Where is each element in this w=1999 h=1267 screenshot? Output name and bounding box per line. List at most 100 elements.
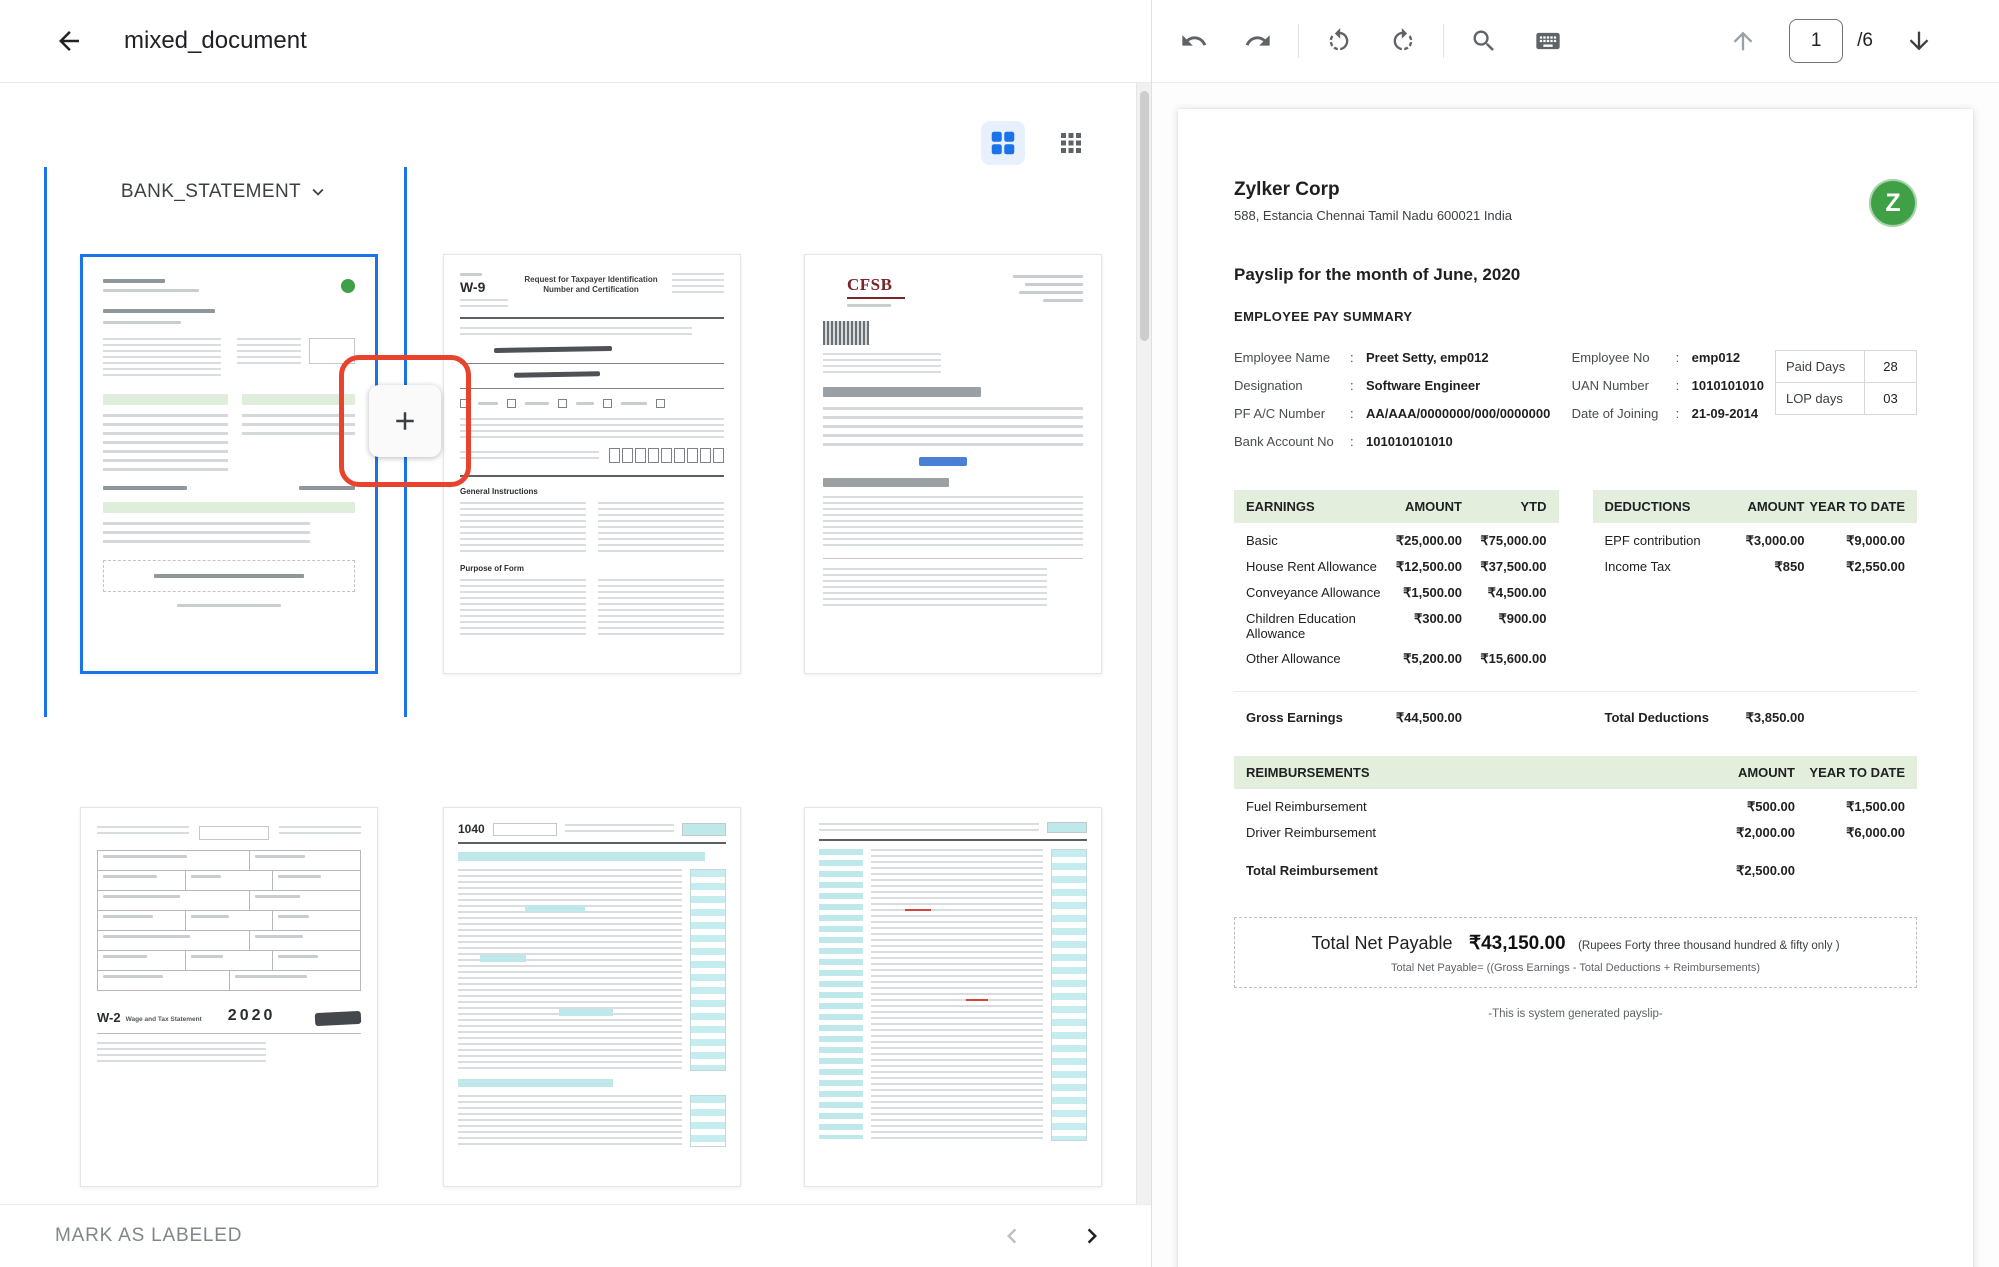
system-generated-note: -This is system generated payslip-	[1234, 1008, 1917, 1020]
document-title: mixed_document	[124, 27, 307, 55]
attendance-label: LOP days	[1776, 383, 1864, 414]
page-number-input[interactable]	[1789, 19, 1843, 63]
reimbursements-table: REIMBURSEMENTS AMOUNT YEAR TO DATE Fuel …	[1234, 756, 1917, 879]
group-label-dropdown[interactable]: BANK_STATEMENT	[46, 181, 404, 203]
earnings-row: Conveyance Allowance₹1,500.00₹4,500.00	[1234, 575, 1559, 601]
chevron-right-icon	[1077, 1221, 1107, 1251]
w9-form-title: Request for Taxpayer Identification Numb…	[518, 273, 664, 296]
field-label: UAN Number	[1572, 378, 1676, 393]
mini-amount-column	[690, 869, 726, 1071]
field-value: AA/AAA/0000000/000/0000000	[1366, 406, 1550, 421]
group-label-text: BANK_STATEMENT	[121, 181, 301, 203]
attendance-value: 28	[1864, 351, 1916, 382]
next-page-button[interactable]	[1077, 1221, 1107, 1251]
thumbnail-w9-preview: W-9 Request for Taxpayer Identification …	[444, 255, 740, 673]
net-payable-formula: Total Net Payable= ((Gross Earnings - To…	[1245, 962, 1906, 974]
next-document-button[interactable]	[1896, 18, 1942, 64]
payslip-company-name: Zylker Corp	[1234, 179, 1512, 201]
total-deductions-row: Total Deductions ₹3,850.00	[1593, 698, 1918, 726]
earnings-header: YTD	[1462, 499, 1547, 514]
deductions-header: YEAR TO DATE	[1805, 499, 1906, 514]
net-payable-label: Total Net Payable	[1311, 933, 1452, 953]
previous-document-button[interactable]	[1720, 18, 1766, 64]
undo-icon	[1180, 27, 1208, 55]
w2-year: 2020	[228, 1007, 276, 1025]
earnings-row: Basic₹25,000.00₹75,000.00	[1234, 523, 1559, 549]
field-label: Date of Joining	[1572, 406, 1676, 421]
mini-amount-column	[1051, 849, 1087, 1141]
thumbnail-schedule-form[interactable]	[804, 807, 1102, 1187]
field-value: 21-09-2014	[1692, 406, 1759, 421]
rotate-left-button[interactable]	[1316, 18, 1362, 64]
back-button[interactable]	[48, 20, 90, 62]
mini-scanline-block	[823, 321, 869, 345]
keyboard-shortcuts-button[interactable]	[1525, 18, 1571, 64]
earnings-row: House Rent Allowance₹12,500.00₹37,500.00	[1234, 549, 1559, 575]
reimbursements-header: REIMBURSEMENTS	[1246, 765, 1675, 780]
add-page-button[interactable]	[369, 385, 441, 457]
view-toggles	[981, 121, 1093, 165]
app-window: mixed_document BANK_STATEMENT	[0, 0, 1999, 1267]
earnings-header: EARNINGS	[1246, 499, 1384, 514]
field-label: PF A/C Number	[1234, 406, 1350, 421]
company-logo-letter: Z	[1885, 189, 1900, 218]
earnings-table: EARNINGS AMOUNT YTD Basic₹25,000.00₹75,0…	[1234, 490, 1559, 667]
thumbnail-w2-form[interactable]: W-2 Wage and Tax Statement 2020	[80, 807, 378, 1187]
w9-form-number: W-9	[460, 279, 518, 295]
payslip-company-address: 588, Estancia Chennai Tamil Nadu 600021 …	[1234, 208, 1512, 223]
w9-section-heading: Purpose of Form	[460, 564, 724, 573]
toolbar-separator	[1443, 24, 1444, 58]
thumbnail-payslip[interactable]	[80, 254, 378, 674]
search-icon	[1470, 27, 1498, 55]
field-label: Employee No	[1572, 350, 1676, 365]
net-payable-words: (Rupees Forty three thousand hundred & f…	[1578, 940, 1839, 952]
company-logo: Z	[1869, 179, 1917, 227]
mini-tin-boxes	[609, 448, 724, 463]
arrow-down-icon	[1905, 27, 1933, 55]
undo-button[interactable]	[1171, 18, 1217, 64]
reimbursements-header: YEAR TO DATE	[1795, 765, 1905, 780]
mini-link-chip	[919, 457, 967, 466]
thumbnail-payslip-preview	[83, 257, 375, 671]
toolbar-separator	[1298, 24, 1299, 58]
grid-small-icon	[1056, 128, 1086, 158]
thumbnail-w9-form[interactable]: W-9 Request for Taxpayer Identification …	[443, 254, 741, 674]
grid-large-icon	[988, 128, 1018, 158]
thumbnail-w2-preview: W-2 Wage and Tax Statement 2020	[81, 808, 377, 1186]
attendance-box: Paid Days28 LOP days03	[1775, 350, 1917, 415]
mini-w2-boxes	[97, 850, 361, 991]
search-button[interactable]	[1461, 18, 1507, 64]
scrollbar-thumb[interactable]	[1140, 91, 1149, 341]
thumbnail-cfsb-statement[interactable]: CFSB	[804, 254, 1102, 674]
thumbnail-1040-form[interactable]: 1040	[443, 807, 741, 1187]
deductions-table: DEDUCTIONS AMOUNT YEAR TO DATE EPF contr…	[1593, 490, 1918, 667]
w2-form-number: W-2	[97, 1010, 121, 1025]
previous-page-button[interactable]	[997, 1221, 1027, 1251]
plus-icon	[390, 406, 420, 436]
grid-view-large-button[interactable]	[981, 121, 1025, 165]
keyboard-icon	[1534, 27, 1562, 55]
attendance-label: Paid Days	[1776, 351, 1864, 382]
rotate-right-button[interactable]	[1380, 18, 1426, 64]
redo-icon	[1244, 27, 1272, 55]
deductions-header: AMOUNT	[1725, 499, 1805, 514]
grid-view-small-button[interactable]	[1049, 121, 1093, 165]
earnings-header: AMOUNT	[1384, 499, 1462, 514]
thumbnail-pager	[997, 1221, 1107, 1251]
mark-as-labeled-button[interactable]: MARK AS LABELED	[55, 1225, 242, 1247]
document-preview-page: Zylker Corp 588, Estancia Chennai Tamil …	[1178, 109, 1973, 1267]
net-payable-amount: ₹43,150.00	[1469, 933, 1566, 954]
chevron-left-icon	[997, 1221, 1027, 1251]
w2-form-subtitle: Wage and Tax Statement	[126, 1016, 202, 1023]
total-reimbursement-row: Total Reimbursement ₹2,500.00	[1234, 849, 1917, 879]
document-viewer-panel: /6 Zylker Corp 588, Estancia Chennai Tam…	[1152, 0, 1999, 1267]
redo-button[interactable]	[1235, 18, 1281, 64]
payslip-title: Payslip for the month of June, 2020	[1234, 265, 1917, 285]
group-boundary-line-left	[44, 167, 47, 717]
earnings-row: Children Education Allowance₹300.00₹900.…	[1234, 601, 1559, 641]
earnings-row: Other Allowance₹5,200.00₹15,600.00	[1234, 641, 1559, 667]
arrow-up-icon	[1729, 27, 1757, 55]
deductions-header: DEDUCTIONS	[1605, 499, 1725, 514]
field-value: 101010101010	[1366, 434, 1453, 449]
payslip-summary-heading: EMPLOYEE PAY SUMMARY	[1234, 309, 1917, 324]
